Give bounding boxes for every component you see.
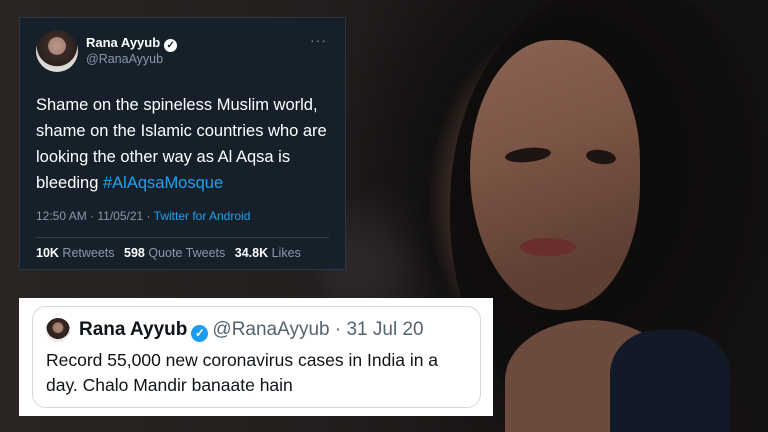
tweet-time[interactable]: 12:50 AM — [36, 209, 87, 223]
quote-label: Quote Tweets — [148, 246, 226, 260]
dark-tweet-card: Rana Ayyub ✓ @RanaAyyub ··· Shame on the … — [19, 17, 346, 270]
avatar[interactable] — [36, 30, 78, 72]
tweet-text: Shame on the spineless Muslim world, sha… — [36, 92, 341, 196]
likes-label: Likes — [271, 246, 301, 260]
author-handle[interactable]: @RanaAyyub — [86, 52, 163, 66]
author-name-text[interactable]: Rana Ayyub — [86, 35, 160, 50]
retweets-label: Retweets — [62, 246, 115, 260]
quote-tweets-stat[interactable]: 598 Quote Tweets — [124, 246, 225, 260]
more-options-icon[interactable]: ··· — [310, 32, 327, 48]
author-name[interactable]: Rana Ayyub — [79, 319, 187, 340]
tweet-client-link[interactable]: Twitter for Android — [154, 209, 251, 223]
tweet-stats: 10K Retweets 598 Quote Tweets 34.8K Like… — [36, 246, 307, 260]
tweet-date[interactable]: 11/05/21 — [97, 209, 143, 223]
retweets-count: 10K — [36, 246, 59, 260]
tweet-date[interactable]: 31 Jul 20 — [346, 319, 423, 340]
photo-face — [470, 40, 640, 310]
divider — [36, 237, 329, 238]
retweets-stat[interactable]: 10K Retweets — [36, 246, 115, 260]
photo-lips — [520, 238, 576, 256]
likes-count: 34.8K — [234, 246, 269, 260]
quoted-tweet-text: Record 55,000 new coronavirus cases in I… — [46, 350, 439, 395]
quoted-tweet[interactable]: Rana Ayyub ✓ @RanaAyyub · 31 Jul 20 Record… — [32, 306, 481, 408]
quote-count: 598 — [124, 246, 145, 260]
quoted-tweet-header: Rana Ayyub ✓ @RanaAyyub · 31 Jul 20 — [79, 319, 424, 342]
tweet-meta: 12:50 AM · 11/05/21 · Twitter for Androi… — [36, 209, 251, 223]
light-tweet-card: Rana Ayyub ✓ @RanaAyyub · 31 Jul 20 Record… — [19, 298, 493, 416]
author-handle[interactable]: @RanaAyyub — [212, 319, 329, 340]
verified-badge-icon: ✓ — [164, 39, 178, 52]
verified-badge-icon: ✓ — [191, 325, 209, 342]
hashtag-link[interactable]: #AlAqsaMosque — [103, 174, 223, 192]
author-name[interactable]: Rana Ayyub ✓ — [86, 35, 178, 52]
likes-stat[interactable]: 34.8K Likes — [235, 246, 301, 260]
avatar[interactable] — [46, 318, 70, 342]
photo-dress — [610, 330, 730, 432]
